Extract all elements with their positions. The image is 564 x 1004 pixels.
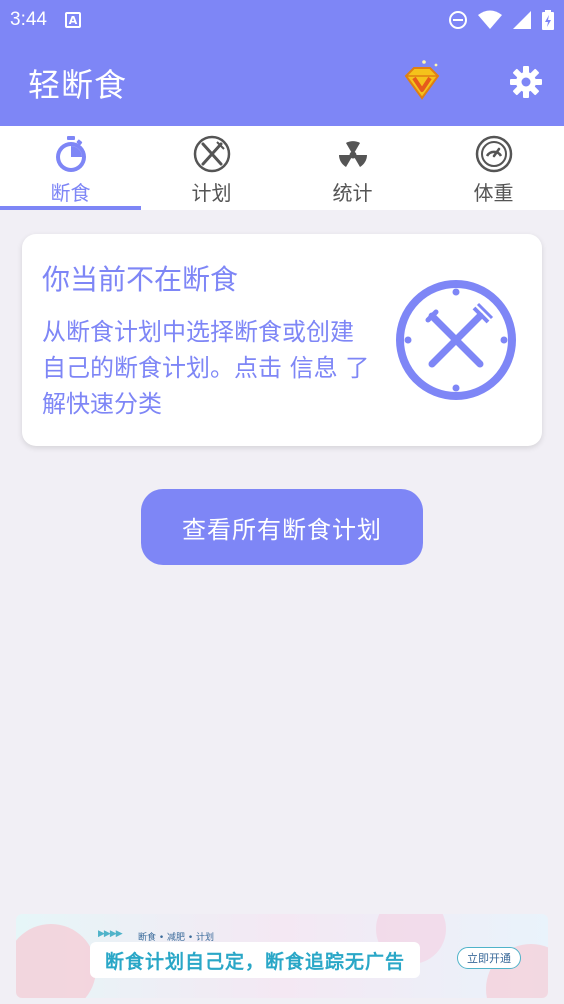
gauge-icon	[475, 135, 512, 173]
status-time: 3:44	[10, 9, 47, 30]
decorative-bubble	[16, 924, 96, 998]
tab-label: 体重	[473, 181, 514, 205]
settings-gear-icon[interactable]	[508, 64, 544, 100]
wifi-icon	[478, 10, 502, 29]
card-body: 从断食计划中选择断食或创建自己的断食计划。点击 信息 了解快速分类	[42, 318, 370, 418]
battery-icon	[542, 10, 554, 30]
stopwatch-icon	[55, 136, 86, 172]
radiation-icon	[338, 141, 367, 167]
status-bar: 3:44 A	[0, 0, 564, 40]
app-title: 轻断食	[28, 66, 128, 104]
vip-diamond-icon[interactable]	[398, 58, 446, 106]
tab-bar: 断食 计划 统计 体重	[0, 126, 564, 210]
fasting-status-card: 你当前不在断食 从断食计划中选择断食或创建自己的断食计划。点击 信息 了解快速分…	[22, 234, 542, 446]
card-heading: 你当前不在断食	[42, 263, 239, 296]
tab-label: 计划	[191, 181, 232, 205]
tab-fasting[interactable]: 断食	[0, 126, 141, 210]
ad-banner[interactable]: ▶▶▶▶ 断食 • 减肥 • 计划 断食计划自己定，断食追踪无广告 立即开通	[16, 914, 548, 998]
app-bar: 轻断食	[0, 40, 564, 126]
tab-label: 断食	[50, 181, 91, 205]
view-all-plans-button[interactable]: 查看所有断食计划	[141, 489, 423, 565]
ad-open-button[interactable]: 立即开通	[457, 947, 521, 969]
utensils-icon	[193, 135, 230, 173]
ad-headline: 断食计划自己定，断食追踪无广告	[90, 942, 420, 978]
tab-plan[interactable]: 计划	[141, 126, 282, 210]
status-right-icons	[448, 10, 554, 30]
notification-icon: A	[64, 12, 81, 28]
do-not-disturb-icon	[449, 11, 467, 29]
ad-arrows: ▶▶▶▶	[98, 929, 123, 939]
tab-weight[interactable]: 体重	[423, 126, 564, 210]
tab-label: 统计	[332, 181, 373, 205]
clock-utensils-icon	[396, 280, 516, 400]
tab-stats[interactable]: 统计	[282, 126, 423, 210]
signal-icon	[513, 11, 531, 29]
